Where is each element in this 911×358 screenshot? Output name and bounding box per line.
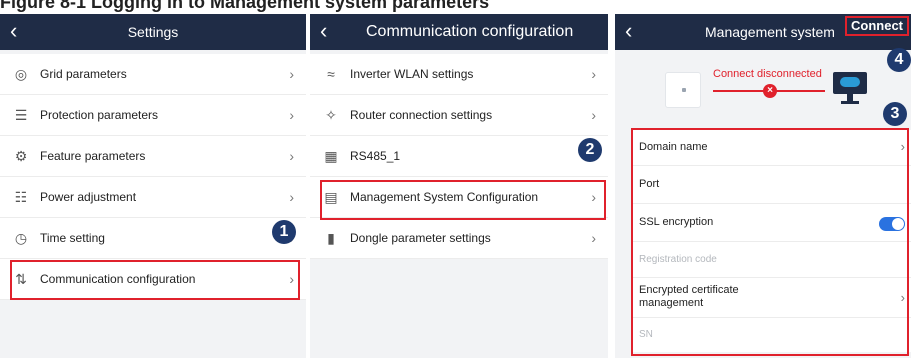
back-icon[interactable]: ‹ — [320, 19, 327, 43]
settings-item-grid[interactable]: ◎ Grid parameters › — [0, 54, 306, 95]
dongle-icon: ▮ — [327, 230, 335, 246]
management-system-screen: ‹ Management system Connect 4 Connect di… — [615, 14, 911, 358]
rs485-icon: ▦ — [324, 148, 338, 164]
connect-button[interactable]: Connect — [845, 16, 909, 36]
chevron-right-icon: › — [591, 230, 596, 246]
highlight-box — [10, 260, 300, 300]
step-badge-1: 1 — [272, 220, 296, 244]
communication-screen: ‹ Communication configuration ≈ Inverter… — [310, 14, 608, 358]
page-title: Settings — [127, 24, 179, 40]
grid-icon: ◎ — [14, 66, 28, 82]
protection-icon: ☰ — [14, 107, 28, 123]
comm-item-wlan[interactable]: ≈ Inverter WLAN settings › — [310, 54, 608, 95]
highlight-box — [631, 128, 909, 356]
comm-item-dongle[interactable]: ▮ Dongle parameter settings › — [310, 218, 608, 259]
chevron-right-icon: › — [289, 189, 294, 205]
chevron-right-icon: › — [289, 107, 294, 123]
management-header: ‹ Management system Connect — [615, 14, 911, 50]
chevron-right-icon: › — [591, 107, 596, 123]
settings-screen: ‹ Settings ◎ Grid parameters › ☰ Protect… — [0, 14, 306, 358]
chevron-right-icon: › — [591, 66, 596, 82]
comm-item-router[interactable]: ✧ Router connection settings › — [310, 95, 608, 136]
step-badge-2: 2 — [578, 138, 602, 162]
settings-header: ‹ Settings — [0, 14, 306, 50]
highlight-box — [320, 180, 606, 220]
chevron-right-icon: › — [289, 148, 294, 164]
figure-caption: Figure 8-1 Logging in to Management syst… — [0, 0, 911, 14]
page-title: Communication configuration — [366, 23, 574, 40]
step-badge-4: 4 — [887, 48, 911, 72]
comm-item-label: Router connection settings — [350, 108, 493, 122]
settings-item-power[interactable]: ☷ Power adjustment › — [0, 177, 306, 218]
settings-item-feature[interactable]: ⚙ Feature parameters › — [0, 136, 306, 177]
wifi-icon: ≈ — [327, 66, 335, 82]
chevron-right-icon: › — [289, 66, 294, 82]
settings-item-label: Protection parameters — [40, 108, 159, 122]
connection-status: Connect disconnected — [713, 68, 822, 80]
step-badge-3: 3 — [883, 102, 907, 126]
cloud-computer-icon — [833, 72, 867, 108]
settings-item-protection[interactable]: ☰ Protection parameters › — [0, 95, 306, 136]
settings-item-label: Power adjustment — [40, 190, 137, 204]
comm-item-rs485[interactable]: ▦ RS485_1 — [310, 136, 608, 177]
back-icon[interactable]: ‹ — [625, 19, 632, 43]
disconnected-icon: × — [763, 84, 777, 98]
inverter-device-icon — [665, 72, 701, 108]
feature-icon: ⚙ — [14, 148, 28, 164]
settings-item-label: Time setting — [40, 231, 105, 245]
communication-header: ‹ Communication configuration — [310, 14, 608, 50]
settings-item-label: Feature parameters — [40, 149, 146, 163]
comm-item-label: Inverter WLAN settings — [350, 67, 474, 81]
share-icon: ✧ — [325, 107, 337, 123]
comm-item-label: RS485_1 — [350, 149, 401, 163]
power-icon: ☷ — [14, 189, 28, 205]
settings-item-time[interactable]: ◷ Time setting › — [0, 218, 306, 259]
page-title: Management system — [705, 24, 835, 40]
settings-item-label: Grid parameters — [40, 67, 127, 81]
comm-item-label: Dongle parameter settings — [350, 231, 491, 245]
communication-list: ≈ Inverter WLAN settings › ✧ Router conn… — [310, 54, 608, 259]
clock-icon: ◷ — [14, 230, 28, 246]
